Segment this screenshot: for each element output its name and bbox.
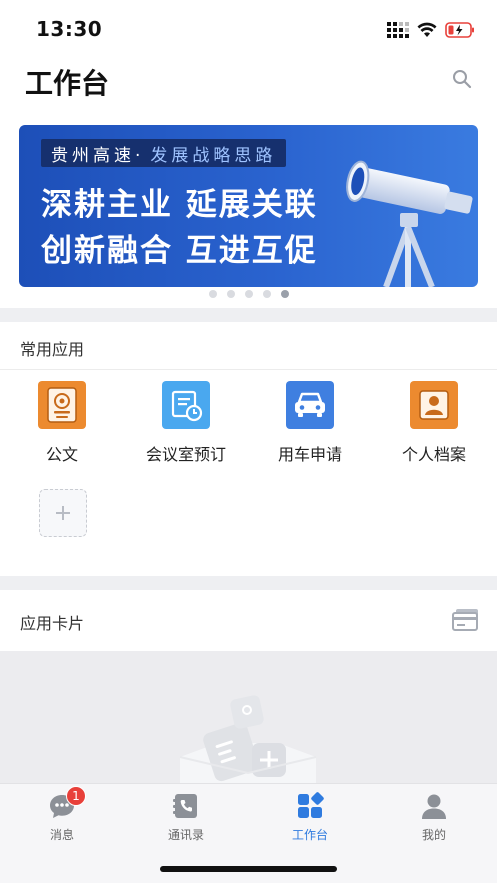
tab-icon-wrapper: 1: [48, 786, 86, 820]
signal-icon: [387, 22, 409, 38]
divider: [0, 369, 497, 370]
unread-badge: 1: [66, 786, 86, 806]
banner-headline-2: 创新融合 互进互促: [41, 233, 318, 269]
empty-state-illustration-icon: [179, 695, 317, 791]
app-cards-title: 应用卡片: [20, 614, 85, 633]
battery-charging-icon: [445, 22, 474, 38]
plus-icon: [56, 506, 70, 520]
user-icon: [422, 794, 446, 819]
pagination-dot[interactable]: [226, 290, 235, 298]
pagination-dot[interactable]: [244, 290, 253, 298]
app-cards-empty-area: [0, 651, 497, 791]
common-apps-title: 常用应用: [20, 340, 85, 359]
card-manage-button[interactable]: [451, 607, 481, 633]
banner-tag-main: 贵州高速·: [51, 145, 145, 166]
tab-workbench[interactable]: 工作台: [270, 792, 350, 842]
app-label: 公文: [45, 445, 78, 464]
tab-label: 消息: [49, 828, 74, 842]
page-title: 工作台: [25, 67, 110, 100]
pagination-dot-active[interactable]: [280, 290, 289, 298]
tab-icon-wrapper: [420, 792, 448, 820]
tab-contacts[interactable]: 通讯录: [146, 792, 226, 842]
header: 工作台: [0, 56, 497, 108]
tab-icon-wrapper: [296, 792, 324, 820]
tab-messages[interactable]: 1 消息: [22, 786, 102, 842]
app-label: 会议室预订: [145, 445, 226, 464]
app-label: 个人档案: [401, 445, 466, 464]
section-separator: [0, 308, 497, 322]
card-icon: [452, 609, 478, 631]
status-bar: 13:30: [0, 0, 497, 56]
app-document[interactable]: 公文: [7, 381, 117, 471]
banner-tag: 贵州高速· 发展战略思路: [41, 139, 287, 167]
status-icons: [387, 20, 475, 40]
telescope-icon: [346, 160, 473, 287]
home-indicator[interactable]: [160, 866, 337, 872]
banner-tag-sub: 发展战略思路: [150, 145, 277, 166]
workbench-page: 13:30 工作台 贵州高速· 发展战略思路 深耕主业 延展关联 创新融合 互进…: [0, 0, 497, 883]
document-seal-icon: [38, 381, 86, 429]
search-icon: [453, 70, 472, 89]
app-car-request[interactable]: 用车申请: [255, 381, 365, 471]
pagination-dot[interactable]: [208, 290, 217, 298]
profile-icon: [410, 381, 458, 429]
search-button[interactable]: [449, 66, 475, 92]
section-separator: [0, 576, 497, 590]
banner-pagination: [0, 290, 497, 300]
meeting-booking-icon: [162, 381, 210, 429]
contacts-phone-icon: [173, 794, 197, 818]
pagination-dot[interactable]: [262, 290, 271, 298]
promo-banner[interactable]: 贵州高速· 发展战略思路 深耕主业 延展关联 创新融合 互进互促: [19, 125, 478, 287]
tab-icon-wrapper: [172, 792, 200, 820]
tab-label: 工作台: [291, 828, 328, 842]
tab-me[interactable]: 我的: [394, 792, 474, 842]
add-app-button[interactable]: [39, 489, 87, 537]
workbench-grid-icon: [298, 792, 324, 818]
status-time: 13:30: [36, 17, 103, 41]
tab-label: 通讯录: [167, 828, 204, 842]
app-label: 用车申请: [277, 445, 342, 464]
banner-headline-1: 深耕主业 延展关联: [41, 187, 318, 223]
tab-label: 我的: [421, 828, 446, 842]
car-icon: [286, 381, 334, 429]
wifi-icon: [417, 22, 437, 37]
app-personal-profile[interactable]: 个人档案: [379, 381, 489, 471]
app-meeting-booking[interactable]: 会议室预订: [131, 381, 241, 471]
